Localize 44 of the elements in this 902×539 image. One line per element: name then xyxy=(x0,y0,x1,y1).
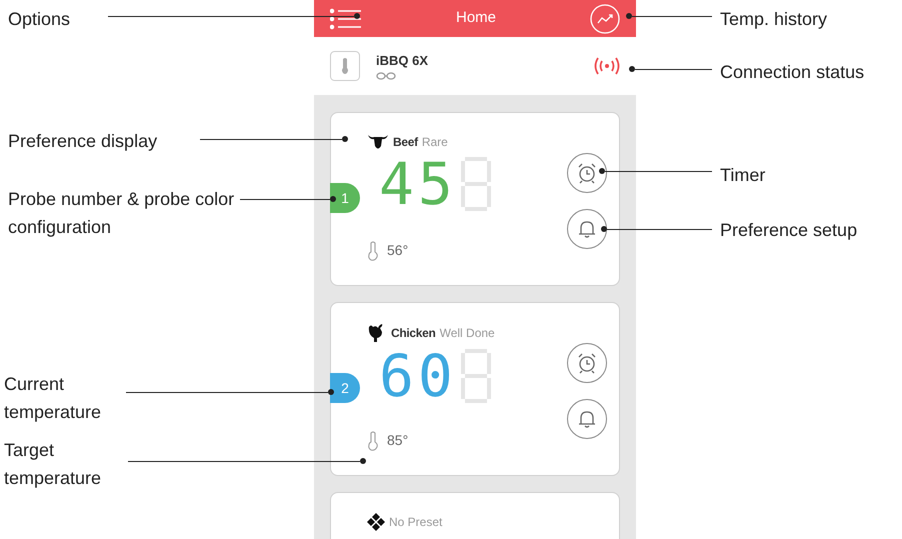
bell-button[interactable] xyxy=(567,209,607,249)
device-name: iBBQ 6X xyxy=(376,52,430,70)
unlit-digit-icon xyxy=(460,349,491,403)
trend-chart-icon[interactable] xyxy=(590,4,620,34)
callout-label: Probe number & probe color configuration xyxy=(8,188,236,239)
probe-number-badge[interactable]: 2 xyxy=(330,373,360,403)
bell-icon xyxy=(577,409,597,429)
alarm-clock-icon xyxy=(576,162,598,184)
diamond-cluster-icon xyxy=(367,513,385,531)
doneness-label: Well Done xyxy=(440,325,495,342)
target-temperature: 85° xyxy=(387,431,408,450)
food-label: No Preset xyxy=(389,514,442,531)
probe-number-badge[interactable]: 1 xyxy=(330,183,360,213)
callout-label: Options xyxy=(8,8,72,31)
unlit-digit-icon xyxy=(460,157,491,211)
header-title: Home xyxy=(456,8,496,28)
callout-label: Target temperature xyxy=(4,439,102,490)
menu-icon[interactable] xyxy=(330,8,362,30)
alarm-clock-button[interactable] xyxy=(567,343,607,383)
target-temperature: 56° xyxy=(387,241,408,260)
alarm-clock-button[interactable] xyxy=(567,153,607,193)
callout-label: Current temperature xyxy=(4,373,102,424)
callout-label: Preference display xyxy=(8,130,158,153)
current-temperature: 60 xyxy=(379,347,457,405)
callout-label: Temp. history xyxy=(720,8,828,31)
thermometer-tile-icon xyxy=(330,51,360,81)
callout-label: Connection status xyxy=(720,61,866,84)
thermometer-icon xyxy=(367,240,379,260)
callout-label: Preference setup xyxy=(720,219,858,242)
doneness-label: Rare xyxy=(422,134,448,151)
callout-label: Timer xyxy=(720,164,766,187)
signal-broadcast-icon xyxy=(594,56,620,76)
food-label: Beef xyxy=(393,134,418,151)
probe-card[interactable]: No Preset xyxy=(330,492,620,539)
probe-card[interactable]: 2 Chicken Well Done 60 85° xyxy=(330,302,620,476)
probe-card[interactable]: 1 Beef Rare 45 56° xyxy=(330,112,620,286)
thermometer-icon xyxy=(367,430,379,450)
food-label: Chicken xyxy=(391,325,436,342)
bell-button[interactable] xyxy=(567,399,607,439)
current-temperature: 45 xyxy=(379,155,457,213)
chain-link-icon xyxy=(376,70,396,81)
alarm-clock-icon xyxy=(576,352,598,374)
bell-icon xyxy=(577,219,597,239)
bull-head-icon xyxy=(367,133,389,151)
